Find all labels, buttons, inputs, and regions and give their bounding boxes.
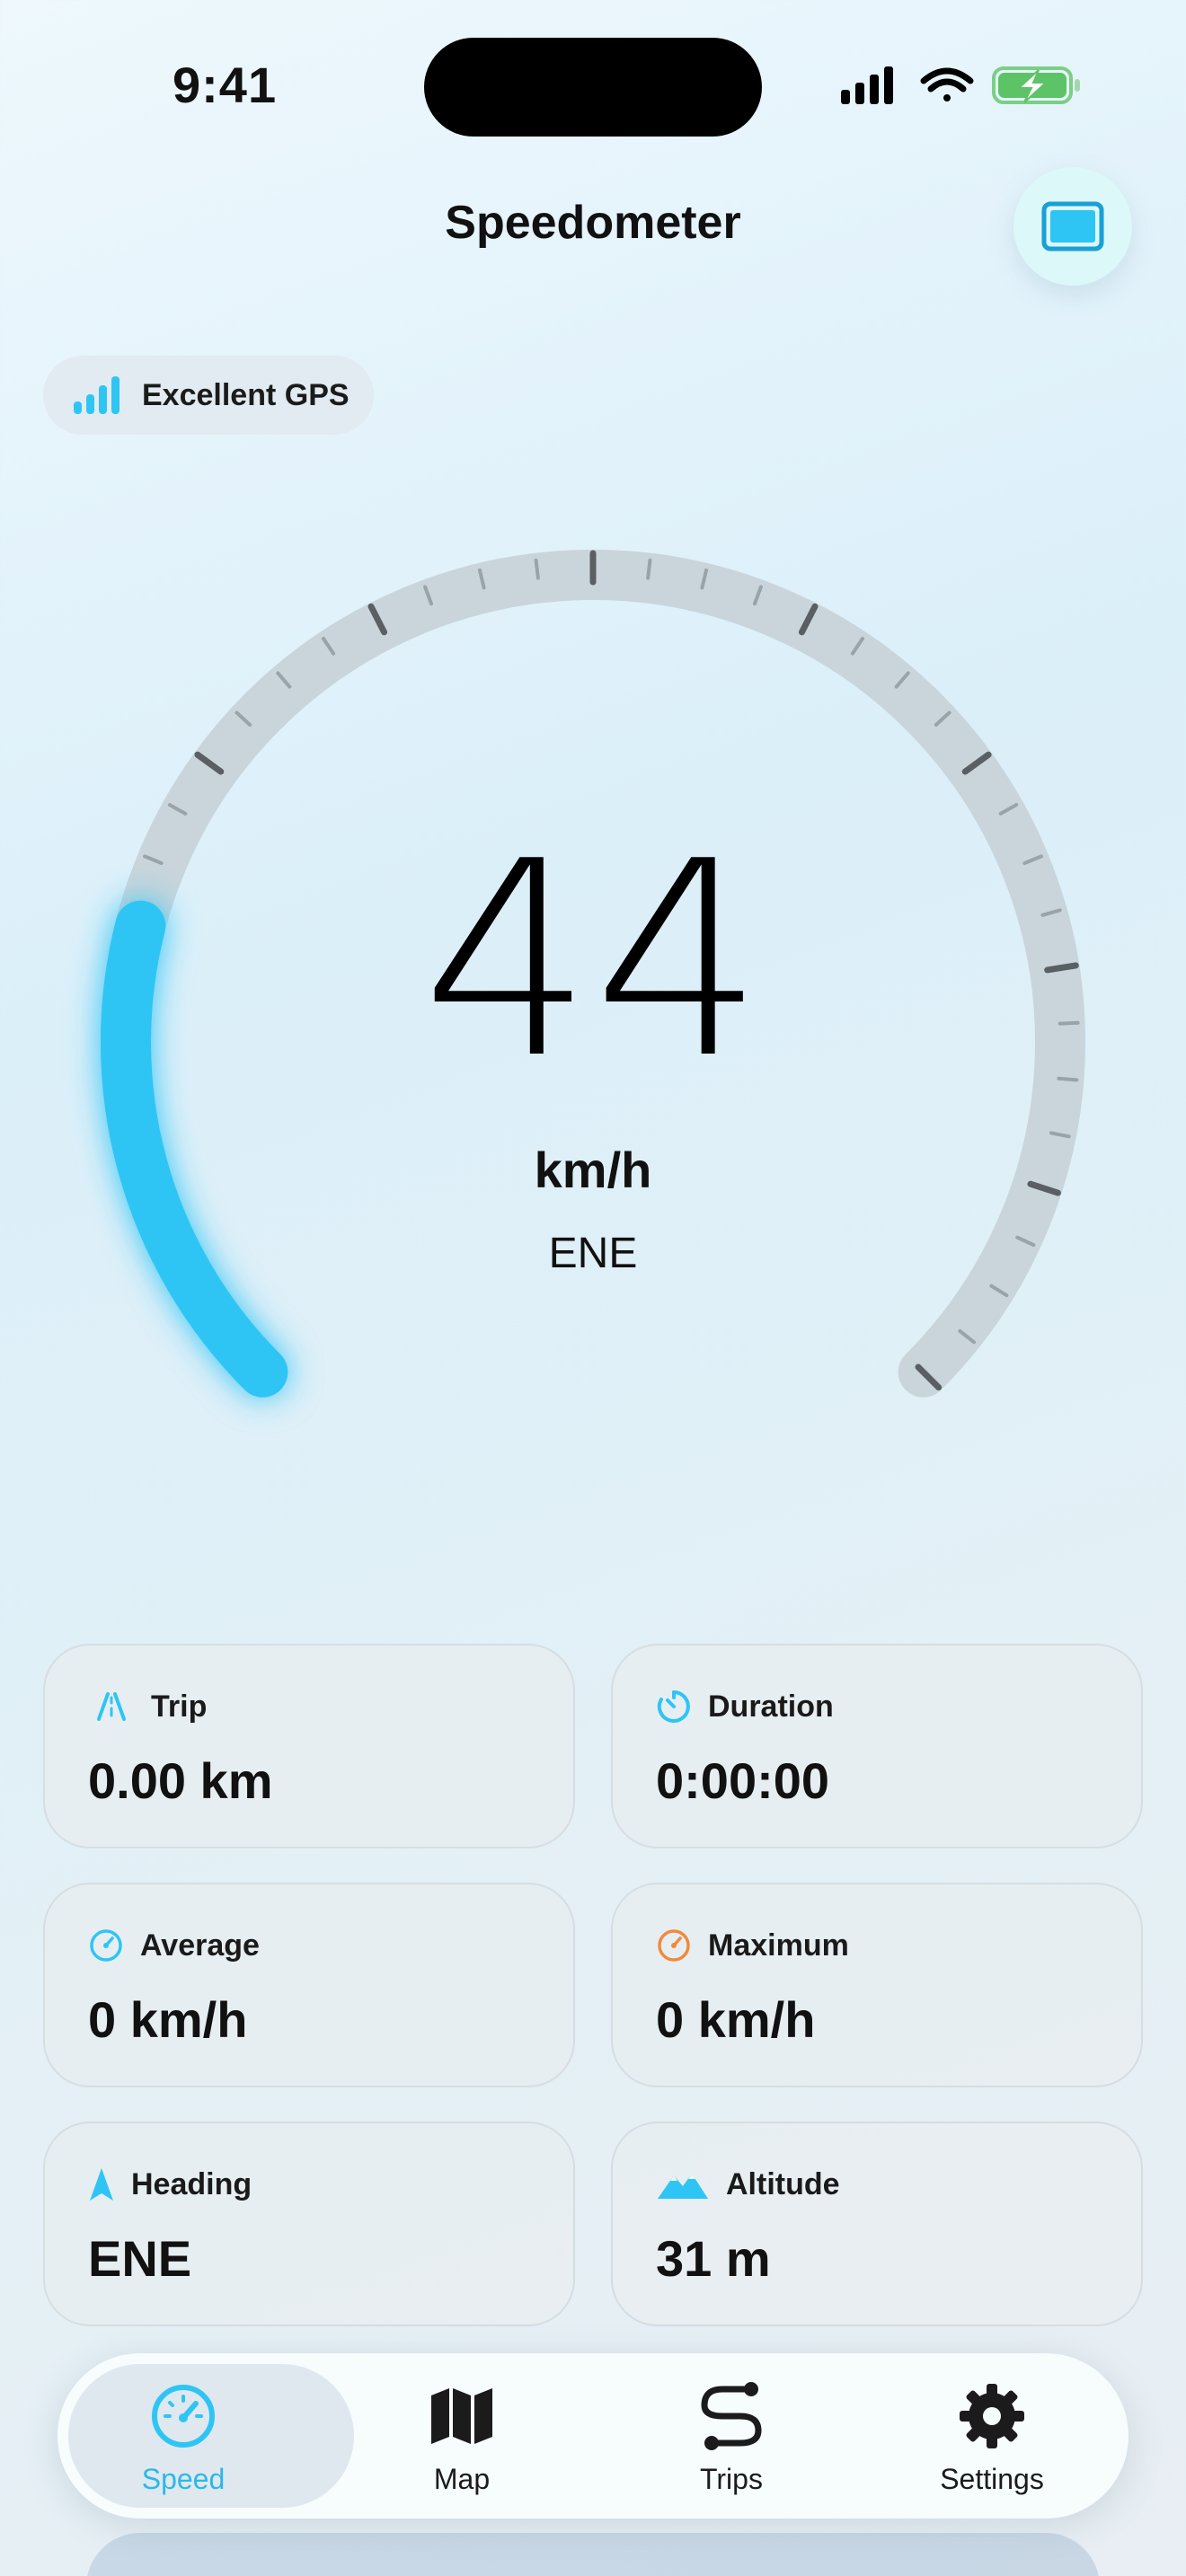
gauge-icon bbox=[658, 1929, 690, 1962]
trip-label: Trip bbox=[151, 1689, 208, 1724]
timer-icon bbox=[657, 1690, 690, 1723]
screen-mirror-icon bbox=[1041, 201, 1104, 251]
trip-card[interactable]: Trip 0.00 km bbox=[43, 1644, 575, 1848]
cellular-signal-icon bbox=[841, 66, 893, 104]
heading-value: ENE bbox=[88, 2230, 192, 2287]
duration-label: Duration bbox=[708, 1689, 834, 1724]
heading-card[interactable]: Heading ENE bbox=[43, 2122, 575, 2326]
route-icon bbox=[701, 2382, 762, 2450]
average-value: 0 km/h bbox=[88, 1991, 248, 2048]
altitude-value: 31 m bbox=[656, 2230, 771, 2287]
tab-map[interactable]: Map bbox=[327, 2353, 597, 2519]
dynamic-island bbox=[424, 38, 762, 137]
tab-speed[interactable]: Speed bbox=[58, 2353, 354, 2519]
maximum-label: Maximum bbox=[708, 1928, 849, 1963]
speed-value: 44 bbox=[421, 804, 765, 1117]
tab-settings[interactable]: Settings bbox=[857, 2353, 1127, 2519]
gear-icon bbox=[960, 2384, 1024, 2448]
status-time: 9:41 bbox=[173, 57, 278, 113]
altitude-label: Altitude bbox=[726, 2166, 840, 2201]
gps-status-badge: Excellent GPS bbox=[43, 356, 374, 435]
duration-value: 0:00:00 bbox=[656, 1752, 830, 1809]
average-card[interactable]: Average 0 km/h bbox=[43, 1883, 575, 2087]
home-indicator-area bbox=[86, 2533, 1100, 2576]
tab-bar: Speed Map Trips Settings bbox=[58, 2353, 1128, 2519]
road-icon bbox=[97, 1692, 126, 1721]
maximum-value: 0 km/h bbox=[656, 1991, 816, 2048]
average-label: Average bbox=[140, 1928, 260, 1963]
location-arrow-icon bbox=[90, 2168, 113, 2201]
status-icons bbox=[836, 63, 1105, 108]
gauge-minor-tick bbox=[646, 558, 652, 580]
tab-trips-label: Trips bbox=[700, 2463, 763, 2495]
trip-value: 0.00 km bbox=[88, 1752, 273, 1809]
gps-status-label: Excellent GPS bbox=[142, 377, 350, 412]
speed-unit: km/h bbox=[534, 1142, 652, 1198]
signal-bars-icon bbox=[74, 376, 119, 414]
gauge-icon bbox=[90, 1929, 122, 1962]
speedometer-icon bbox=[152, 2385, 215, 2448]
maximum-card[interactable]: Maximum 0 km/h bbox=[611, 1883, 1143, 2087]
tab-trips[interactable]: Trips bbox=[597, 2353, 866, 2519]
map-icon bbox=[431, 2388, 492, 2444]
duration-card[interactable]: Duration 0:00:00 bbox=[611, 1644, 1143, 1848]
mountains-icon bbox=[658, 2174, 708, 2199]
gauge-minor-tick bbox=[534, 558, 540, 580]
screen-mode-button[interactable] bbox=[1013, 167, 1132, 286]
gauge-heading: ENE bbox=[548, 1230, 638, 1277]
battery-charging-icon bbox=[992, 66, 1080, 104]
wifi-icon bbox=[920, 67, 974, 101]
tab-speed-label: Speed bbox=[141, 2463, 226, 2495]
tab-map-label: Map bbox=[433, 2463, 491, 2495]
status-bar: 9:41 bbox=[0, 0, 1186, 171]
altitude-card[interactable]: Altitude 31 m bbox=[611, 2122, 1143, 2326]
tab-settings-label: Settings bbox=[940, 2463, 1044, 2495]
heading-label: Heading bbox=[131, 2166, 252, 2201]
page-title: Speedometer bbox=[445, 197, 741, 249]
